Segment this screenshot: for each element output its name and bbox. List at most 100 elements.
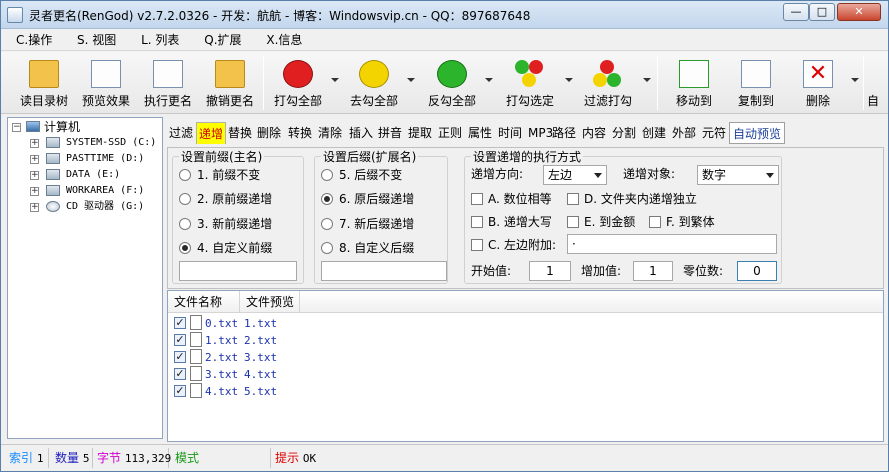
expand-icon[interactable]: + <box>30 139 39 148</box>
prefix-group-title: 设置前缀(主名) <box>179 148 265 165</box>
expand-icon[interactable]: + <box>30 203 39 212</box>
row-checkbox[interactable]: ✓ <box>174 385 186 397</box>
delete-button[interactable]: ✕ 删除 <box>787 52 849 112</box>
table-row[interactable]: ✓ 3.txt 4.txt <box>168 366 468 383</box>
radio-button[interactable] <box>179 242 191 254</box>
checkbox[interactable] <box>649 216 661 228</box>
table-row[interactable]: ✓ 2.txt 3.txt <box>168 349 468 366</box>
checkbox[interactable] <box>471 239 483 251</box>
status-mode-label: 模式 <box>175 451 200 465</box>
tab-content[interactable]: 内容 <box>582 122 606 144</box>
radio-button[interactable] <box>321 169 333 181</box>
tab-filter[interactable]: 过滤 <box>169 122 193 144</box>
check-selected-dropdown-icon[interactable] <box>565 78 573 82</box>
tab-time[interactable]: 时间 <box>498 122 522 144</box>
minimize-button[interactable]: — <box>783 3 809 21</box>
zero-digits-input[interactable]: 0 <box>737 261 777 281</box>
tab-split[interactable]: 分割 <box>612 122 636 144</box>
direction-select[interactable]: 左边 <box>543 165 607 185</box>
tree-item-drive-f[interactable]: + WORKAREA (F:) <box>8 183 158 199</box>
tab-regex[interactable]: 正则 <box>438 122 462 144</box>
column-preview[interactable]: 文件预览 <box>240 291 300 313</box>
radio-button[interactable] <box>179 218 191 230</box>
tab-clear[interactable]: 清除 <box>318 122 342 144</box>
tab-convert[interactable]: 转换 <box>288 122 312 144</box>
maximize-button[interactable]: □ <box>809 3 835 21</box>
table-row[interactable]: ✓ 4.txt 5.txt <box>168 383 468 400</box>
row-checkbox[interactable]: ✓ <box>174 351 186 363</box>
check-selected-button[interactable]: 打勾选定 <box>499 52 561 112</box>
checkbox[interactable] <box>567 216 579 228</box>
tab-delete[interactable]: 删除 <box>257 122 281 144</box>
radio-button[interactable] <box>321 193 333 205</box>
tab-replace[interactable]: 替换 <box>228 122 252 144</box>
custom-prefix-input[interactable] <box>179 261 297 281</box>
preview-button[interactable]: 预览效果 <box>75 52 137 112</box>
check-all-dropdown-icon[interactable] <box>331 78 339 82</box>
checkbox[interactable] <box>471 193 483 205</box>
tree-item-drive-g[interactable]: + CD 驱动器 (G:) <box>8 199 158 215</box>
tab-insert[interactable]: 插入 <box>349 122 373 144</box>
start-value-input[interactable]: 1 <box>529 261 571 281</box>
tab-mp3[interactable]: MP3 <box>528 122 553 144</box>
tab-pinyin[interactable]: 拼音 <box>378 122 402 144</box>
radio-button[interactable] <box>321 242 333 254</box>
row-checkbox[interactable]: ✓ <box>174 368 186 380</box>
table-row[interactable]: ✓ 0.txt 1.txt <box>168 315 468 332</box>
checkbox[interactable] <box>567 193 579 205</box>
undo-rename-button[interactable]: 撤销更名 <box>199 52 261 112</box>
radio-button[interactable] <box>179 169 191 181</box>
collapse-icon[interactable]: − <box>12 123 21 132</box>
tab-extract[interactable]: 提取 <box>408 122 432 144</box>
checkbox-label: F. 到繁体 <box>666 215 715 229</box>
filter-check-dropdown-icon[interactable] <box>643 78 651 82</box>
delete-dropdown-icon[interactable] <box>851 78 859 82</box>
tree-item-drive-e[interactable]: + DATA (E:) <box>8 167 158 183</box>
read-tree-button[interactable]: 读目录树 <box>13 52 75 112</box>
step-value-input[interactable]: 1 <box>633 261 673 281</box>
left-append-input[interactable]: · <box>567 234 777 254</box>
copy-to-button[interactable]: 复制到 <box>725 52 787 112</box>
menu-view[interactable]: S. 视图 <box>62 29 122 51</box>
uncheck-all-button[interactable]: 去勾全部 <box>343 52 405 112</box>
filter-check-button[interactable]: 过滤打勾 <box>577 52 639 112</box>
row-checkbox[interactable]: ✓ <box>174 334 186 346</box>
move-to-button[interactable]: 移动到 <box>663 52 725 112</box>
tab-meta[interactable]: 元符 <box>702 122 726 144</box>
column-filename[interactable]: 文件名称 <box>168 291 240 313</box>
target-select[interactable]: 数字 <box>697 165 779 185</box>
tab-increment[interactable]: 递增 <box>196 122 227 144</box>
check-all-button[interactable]: 打勾全部 <box>267 52 329 112</box>
tab-create[interactable]: 创建 <box>642 122 666 144</box>
invert-check-dropdown-icon[interactable] <box>485 78 493 82</box>
tab-path[interactable]: 路径 <box>552 122 576 144</box>
title-bar[interactable]: 灵者更名(RenGod) v2.7.2.0326 - 开发：航航 - 博客：Wi… <box>1 1 888 29</box>
menu-info[interactable]: X.信息 <box>251 29 308 51</box>
radio-button[interactable] <box>179 193 191 205</box>
auto-preview-button[interactable]: 自动预览 <box>729 122 786 144</box>
custom-suffix-input[interactable] <box>321 261 447 281</box>
directory-tree[interactable]: − 计算机 + SYSTEM-SSD (C:) + PASTTIME (D:) … <box>7 117 163 439</box>
menu-operate[interactable]: C.操作 <box>1 29 58 51</box>
tree-root-computer[interactable]: − 计算机 <box>8 119 158 135</box>
radio-button[interactable] <box>321 218 333 230</box>
expand-icon[interactable]: + <box>30 171 39 180</box>
tab-external[interactable]: 外部 <box>672 122 696 144</box>
tab-attribute[interactable]: 属性 <box>468 122 492 144</box>
execute-rename-button[interactable]: 执行更名 <box>137 52 199 112</box>
filter-balls-icon <box>593 60 623 88</box>
menu-extend[interactable]: Q.扩展 <box>189 29 247 51</box>
toolbar-overflow-button[interactable]: 自 <box>867 52 887 112</box>
row-checkbox[interactable]: ✓ <box>174 317 186 329</box>
invert-check-button[interactable]: 反勾全部 <box>421 52 483 112</box>
menu-list[interactable]: L. 列表 <box>126 29 185 51</box>
checkbox[interactable] <box>471 216 483 228</box>
tree-item-drive-c[interactable]: + SYSTEM-SSD (C:) <box>8 135 158 151</box>
expand-icon[interactable]: + <box>30 155 39 164</box>
tree-item-drive-d[interactable]: + PASTTIME (D:) <box>8 151 158 167</box>
expand-icon[interactable]: + <box>30 187 39 196</box>
uncheck-all-dropdown-icon[interactable] <box>407 78 415 82</box>
table-row[interactable]: ✓ 1.txt 2.txt <box>168 332 468 349</box>
close-button[interactable]: ✕ <box>837 3 881 21</box>
file-list[interactable]: 文件名称 文件预览 ✓ 0.txt 1.txt ✓ 1.txt 2.txt ✓ … <box>167 290 884 442</box>
